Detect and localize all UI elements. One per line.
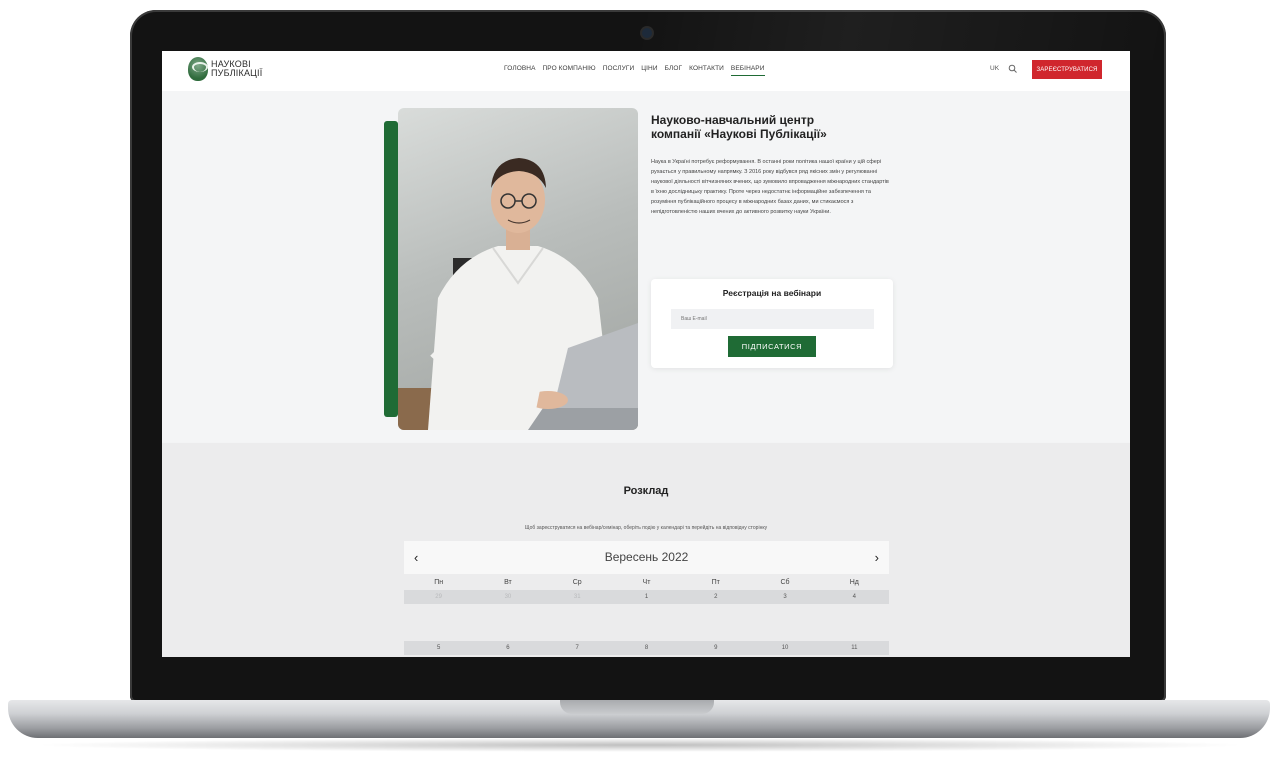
nav-item-about[interactable]: ПРО КОМПАНІЮ [543, 65, 596, 76]
schedule-title: Розклад [623, 485, 669, 497]
weekday-label: Нд [849, 578, 859, 586]
weekday-label: Ср [572, 578, 582, 586]
calendar-day[interactable]: 8 [612, 645, 681, 651]
calendar-day[interactable]: 10 [750, 645, 819, 651]
owl-logo-icon [188, 57, 208, 81]
nav-item-blog[interactable]: БЛОГ [665, 65, 683, 76]
calendar-header: ‹ Вересень 2022 › [404, 541, 889, 574]
weekday-label: Пн [434, 578, 444, 586]
registration-title: Реєстрація на вебінари [722, 288, 822, 298]
calendar-day[interactable]: 4 [820, 594, 889, 600]
calendar-day[interactable]: 31 [543, 594, 612, 600]
accent-bar [384, 121, 398, 417]
calendar-day[interactable]: 11 [820, 645, 889, 651]
camera-icon [642, 28, 652, 38]
schedule-section: Розклад Щоб зареєструватися на вебінар/с… [162, 443, 1130, 657]
calendar-day[interactable]: 30 [473, 594, 542, 600]
hero-description: Наука в Україні потребує реформування. В… [651, 159, 889, 215]
nav-item-webinars[interactable]: ВЕБІНАРИ [730, 65, 765, 76]
nav-item-services[interactable]: ПОСЛУГИ [603, 65, 635, 76]
hero-title: Науково-навчальний центр компанії «Науко… [651, 113, 827, 141]
main-nav: ГОЛОВНА ПРО КОМПАНІЮ ПОСЛУГИ ЦІНИ БЛОГ К… [504, 65, 765, 76]
laptop-shadow [30, 738, 1250, 752]
logo-text: НАУКОВІ ПУБЛІКАЦІЇ [211, 60, 262, 78]
calendar-week: 29 30 31 1 2 3 4 [404, 590, 889, 604]
webinar-registration-card: Реєстрація на вебінари ПІДПИСАТИСЯ [651, 279, 893, 368]
email-field[interactable] [671, 309, 874, 329]
calendar-day[interactable]: 9 [681, 645, 750, 651]
search-icon[interactable] [1008, 64, 1018, 74]
nav-item-home[interactable]: ГОЛОВНА [504, 65, 536, 76]
calendar-day[interactable]: 6 [473, 645, 542, 651]
calendar: ‹ Вересень 2022 › Пн Вт Ср Чт Пт Сб Нд 2… [404, 541, 889, 655]
subscribe-button[interactable]: ПІДПИСАТИСЯ [728, 336, 816, 357]
logo-line-2: ПУБЛІКАЦІЇ [211, 68, 263, 78]
nav-item-prices[interactable]: ЦІНИ [641, 65, 657, 76]
calendar-day[interactable]: 2 [681, 594, 750, 600]
screen: НАУКОВІ ПУБЛІКАЦІЇ ГОЛОВНА ПРО КОМПАНІЮ … [162, 51, 1130, 657]
calendar-day[interactable]: 1 [612, 594, 681, 600]
calendar-day[interactable]: 5 [404, 645, 473, 651]
calendar-week: 5 6 7 8 9 10 11 [404, 641, 889, 655]
weekday-label: Чт [642, 578, 651, 586]
register-button[interactable]: ЗАРЕЄСТРУВАТИСЯ [1032, 60, 1102, 79]
weekday-label: Вт [504, 578, 512, 586]
weekday-label: Сб [780, 578, 790, 586]
weekday-row: Пн Вт Ср Чт Пт Сб Нд [404, 574, 889, 590]
nav-item-contacts[interactable]: КОНТАКТИ [689, 65, 724, 76]
weekday-label: Пт [711, 578, 720, 586]
calendar-day[interactable]: 29 [404, 594, 473, 600]
schedule-subtitle: Щоб зареєструватися на вебінар/семінар, … [524, 525, 768, 531]
logo[interactable]: НАУКОВІ ПУБЛІКАЦІЇ [188, 57, 262, 81]
calendar-day[interactable]: 3 [750, 594, 819, 600]
calendar-day[interactable]: 7 [543, 645, 612, 651]
calendar-month: Вересень 2022 [604, 550, 689, 564]
site-header: НАУКОВІ ПУБЛІКАЦІЇ ГОЛОВНА ПРО КОМПАНІЮ … [162, 51, 1130, 92]
next-month-button[interactable]: › [875, 550, 879, 565]
man-at-laptop-illustration [398, 158, 638, 430]
hero-section: Науково-навчальний центр компанії «Науко… [162, 91, 1130, 442]
language-switcher[interactable]: UK [990, 65, 999, 72]
hero-photo [398, 108, 638, 430]
laptop-notch [560, 700, 714, 714]
